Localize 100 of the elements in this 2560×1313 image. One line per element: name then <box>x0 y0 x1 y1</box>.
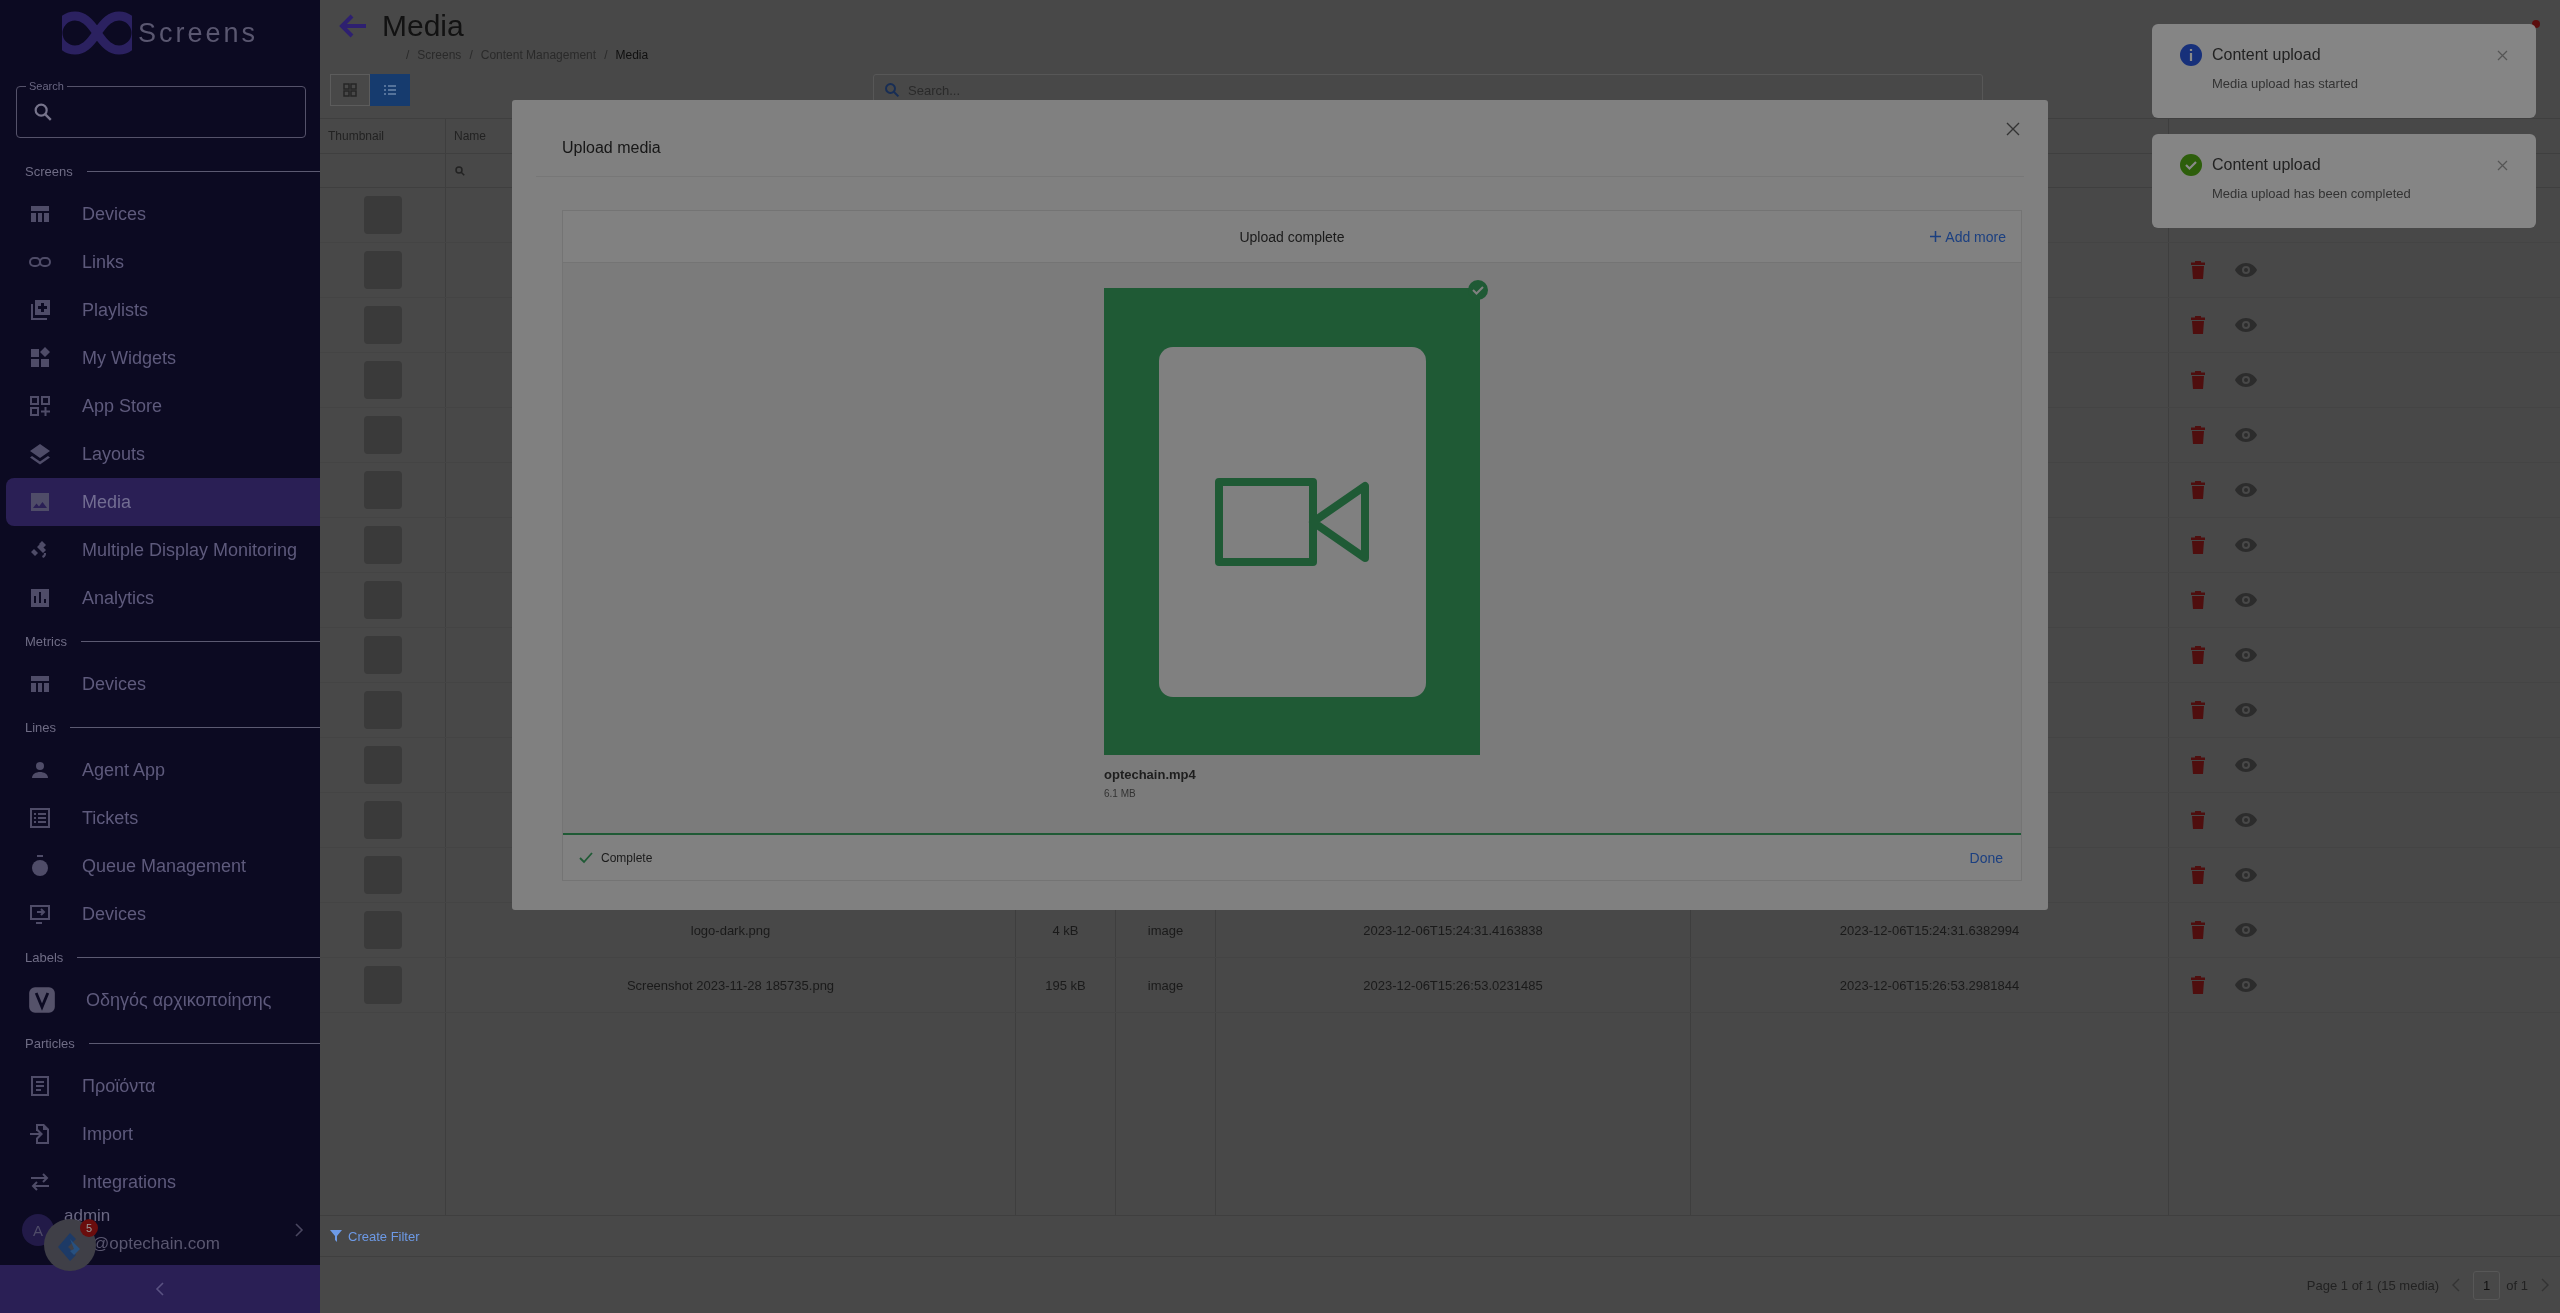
info-icon <box>2180 44 2202 66</box>
check-circle-icon <box>2180 154 2202 176</box>
layers-icon <box>28 442 52 466</box>
search-label: Search <box>26 79 67 93</box>
eye-icon[interactable] <box>2235 538 2257 552</box>
toast-title: Content upload <box>2212 46 2322 64</box>
sidebar-item[interactable]: Queue Management <box>6 842 320 890</box>
badge-logo-icon <box>28 986 56 1014</box>
close-icon[interactable] <box>2006 122 2020 136</box>
section-heading: Lines <box>25 719 57 735</box>
back-arrow-icon[interactable] <box>338 13 368 39</box>
eye-icon[interactable] <box>2235 923 2257 937</box>
eye-icon[interactable] <box>2235 813 2257 827</box>
list-view-button[interactable] <box>370 74 410 106</box>
sidebar-item[interactable]: Integrations <box>6 1158 320 1195</box>
toast-message: Media upload has been completed <box>2212 186 2412 201</box>
sidebar-item[interactable]: Devices <box>6 190 320 238</box>
collapse-button[interactable] <box>0 1265 320 1313</box>
user-email: @optechain.com <box>92 1234 221 1254</box>
close-icon[interactable] <box>2497 49 2508 61</box>
chevron-right-icon[interactable] <box>294 1223 304 1237</box>
trash-icon[interactable] <box>2191 536 2205 554</box>
sidebar-item[interactable]: Layouts <box>6 430 320 478</box>
bar-chart-icon <box>28 586 52 610</box>
trash-icon[interactable] <box>2191 591 2205 609</box>
plus-icon <box>1930 231 1942 242</box>
sidebar-item[interactable]: App Store <box>6 382 320 430</box>
eye-icon[interactable] <box>2235 703 2257 717</box>
upload-status-title: Upload complete <box>1239 228 1345 245</box>
search-icon <box>883 81 901 99</box>
add-more-link[interactable]: Add more <box>1930 228 2006 245</box>
trash-icon[interactable] <box>2191 756 2205 774</box>
toast-message: Media upload has started <box>2212 76 2359 91</box>
trash-icon[interactable] <box>2191 261 2205 279</box>
search-icon <box>32 101 54 123</box>
done-button[interactable]: Done <box>1967 845 2005 870</box>
trash-icon[interactable] <box>2191 811 2205 829</box>
sidebar-item[interactable]: Playlists <box>6 286 320 334</box>
breadcrumb-separator: / <box>469 48 473 62</box>
breadcrumb-separator: / <box>604 48 608 62</box>
sidebar-item[interactable]: Προϊόντα <box>6 1062 320 1110</box>
breadcrumb-link[interactable]: Media <box>615 48 649 62</box>
list-icon <box>28 806 52 830</box>
section-heading: Labels <box>25 949 64 965</box>
eye-icon[interactable] <box>2235 373 2257 387</box>
eye-icon[interactable] <box>2235 868 2257 882</box>
infinity-logo-icon <box>61 11 132 55</box>
check-icon <box>579 851 593 864</box>
sidebar-item[interactable]: Links <box>6 238 320 286</box>
create-filter-link[interactable]: Create Filter <box>330 1228 420 1244</box>
eye-icon[interactable] <box>2235 758 2257 772</box>
grid-plus-icon <box>28 394 52 418</box>
article-icon <box>28 1074 52 1098</box>
trash-icon[interactable] <box>2191 481 2205 499</box>
eye-icon[interactable] <box>2235 978 2257 992</box>
dialog-title: Upload media <box>562 139 661 157</box>
monitor-arrow-icon <box>28 902 52 926</box>
section-heading: Particles <box>25 1035 75 1051</box>
sidebar-item[interactable]: Multiple Display Monitoring <box>6 526 320 574</box>
image-icon <box>28 490 52 514</box>
section-heading: Metrics <box>25 633 67 649</box>
eye-icon[interactable] <box>2235 428 2257 442</box>
eye-icon[interactable] <box>2235 483 2257 497</box>
sidebar-item[interactable]: Devices <box>6 660 320 708</box>
eye-icon[interactable] <box>2235 648 2257 662</box>
trash-icon[interactable] <box>2191 371 2205 389</box>
trash-icon[interactable] <box>2191 646 2205 664</box>
trash-icon[interactable] <box>2191 701 2205 719</box>
toast-title: Content upload <box>2212 156 2322 174</box>
eye-icon[interactable] <box>2235 263 2257 277</box>
sidebar-item[interactable]: Tickets <box>6 794 320 842</box>
filter-icon <box>330 1230 342 1242</box>
grid-view-button[interactable] <box>330 74 370 106</box>
chevron-left-icon <box>155 1282 165 1296</box>
widgets-icon <box>28 346 52 370</box>
playlist-add-icon <box>28 298 52 322</box>
eye-icon[interactable] <box>2235 318 2257 332</box>
import-icon <box>28 1122 52 1146</box>
sidebar-item[interactable]: Import <box>6 1110 320 1158</box>
breadcrumb-separator: / <box>406 48 410 62</box>
video-camera-icon <box>1214 476 1370 567</box>
sidebar-item[interactable]: Analytics <box>6 574 320 622</box>
eye-icon[interactable] <box>2235 593 2257 607</box>
list-icon <box>382 82 398 98</box>
sidebar-item[interactable]: Media <box>6 478 320 526</box>
sidebar-item[interactable]: Οδηγός αρχικοποίησης <box>6 976 320 1024</box>
trash-icon[interactable] <box>2191 976 2205 994</box>
trash-icon[interactable] <box>2191 921 2205 939</box>
search-icon <box>454 164 466 177</box>
sidebar-item[interactable]: Devices <box>6 890 320 938</box>
file-size: 6.1 MB <box>1104 788 1137 799</box>
section-heading: Screens <box>25 163 73 179</box>
trash-icon[interactable] <box>2191 316 2205 334</box>
trash-icon[interactable] <box>2191 426 2205 444</box>
close-icon[interactable] <box>2497 159 2508 171</box>
upload-status: Complete <box>601 850 653 865</box>
sidebar-item[interactable]: Agent App <box>6 746 320 794</box>
app-logo-text: Screens <box>137 17 259 49</box>
sidebar-item[interactable]: My Widgets <box>6 334 320 382</box>
trash-icon[interactable] <box>2191 866 2205 884</box>
